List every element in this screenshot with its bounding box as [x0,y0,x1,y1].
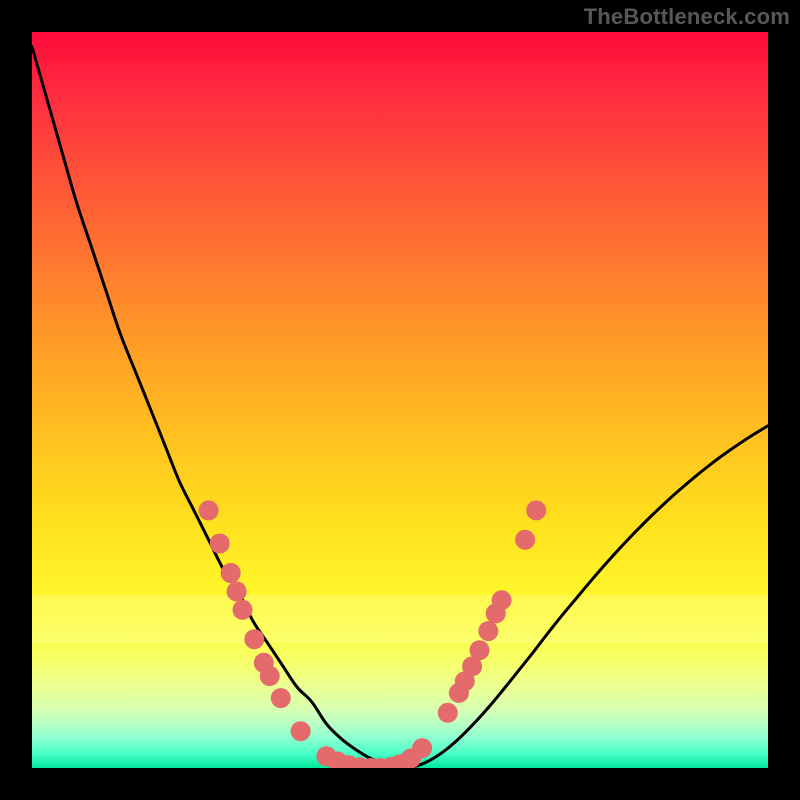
marker-dot [478,621,498,641]
marker-dot [227,581,247,601]
marker-dot [244,629,264,649]
bottleneck-curve [32,47,768,768]
marker-dot [438,703,458,723]
marker-dot [210,534,230,554]
marker-dot [271,688,291,708]
marker-dot [470,640,490,660]
marker-dot [291,721,311,741]
watermark-text: TheBottleneck.com [584,6,790,28]
marker-dot [233,600,253,620]
chart-frame: TheBottleneck.com [0,0,800,800]
marker-dot [412,738,432,758]
curve-markers [199,500,547,768]
marker-dot [199,500,219,520]
plot-area [32,32,768,768]
marker-dot [515,530,535,550]
marker-dot [221,563,241,583]
marker-dot [260,666,280,686]
curve-layer [32,32,768,768]
marker-dot [492,590,512,610]
marker-dot [526,500,546,520]
